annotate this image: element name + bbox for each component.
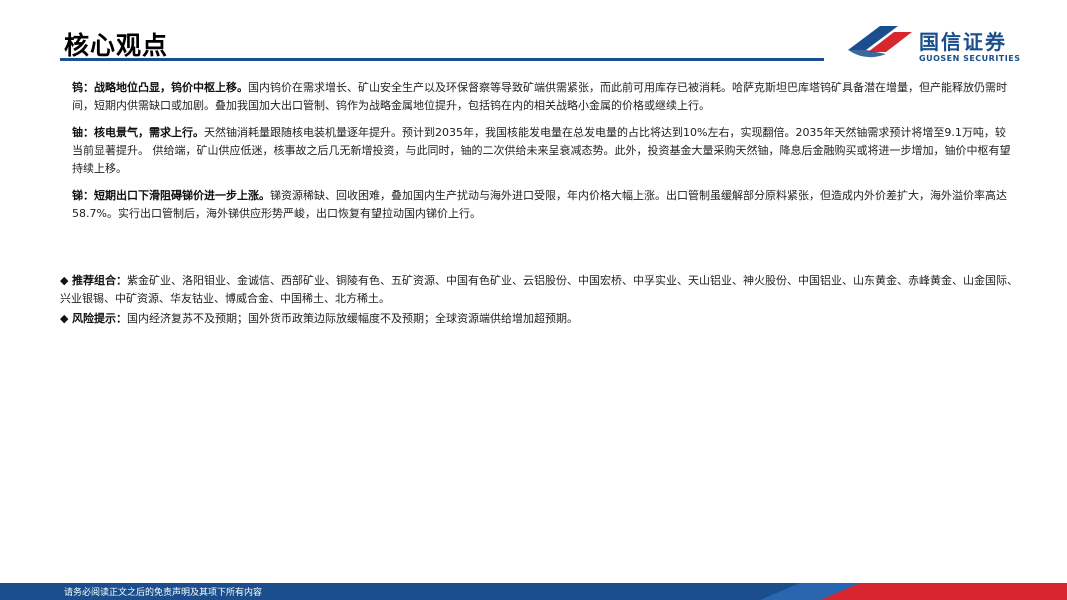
paragraph-heading: 铀：核电景气，需求上行。 bbox=[72, 126, 204, 139]
logo-name-en: GUOSEN SECURITIES bbox=[919, 54, 1021, 63]
paragraph-body: 天然铀消耗量跟随核电装机量逐年提升。预计到2035年，我国核能发电量在总发电量的… bbox=[72, 126, 1011, 175]
page-title: 核心观点 bbox=[64, 31, 169, 60]
company-logo: 国信证券 GUOSEN SECURITIES bbox=[846, 22, 1026, 68]
diamond-bullet-icon: ◆ bbox=[60, 312, 69, 325]
title-divider bbox=[60, 58, 824, 61]
bullet-risk-warning: ◆ 风险提示：国内经济复苏不及预期；国外货币政策边际放缓幅度不及预期；全球资源端… bbox=[60, 310, 1018, 328]
bullet-label: 风险提示： bbox=[71, 312, 127, 325]
paragraph-antimony: 锑：短期出口下滑阻碍锑价进一步上涨。锑资源稀缺、回收困难，叠加国内生产扰动与海外… bbox=[72, 187, 1014, 223]
bullet-label: 推荐组合： bbox=[71, 274, 127, 287]
bullet-body: 紫金矿业、洛阳钼业、金诚信、西部矿业、铜陵有色、五矿资源、中国有色矿业、云铝股份… bbox=[60, 274, 1018, 305]
diamond-bullet-icon: ◆ bbox=[60, 274, 69, 287]
footer-bar: 请务必阅读正文之后的免责声明及其项下所有内容 bbox=[0, 583, 1067, 600]
paragraph-heading: 锑：短期出口下滑阻碍锑价进一步上涨。 bbox=[72, 189, 270, 202]
disclaimer-note: 请务必阅读正文之后的免责声明及其项下所有内容 bbox=[64, 588, 263, 598]
bullet-body: 国内经济复苏不及预期；国外货币政策边际放缓幅度不及预期；全球资源端供给增加超预期… bbox=[126, 312, 578, 325]
paragraph-uranium: 铀：核电景气，需求上行。天然铀消耗量跟随核电装机量逐年提升。预计到2035年，我… bbox=[72, 124, 1014, 178]
bullet-recommended-portfolio: ◆ 推荐组合：紫金矿业、洛阳钼业、金诚信、西部矿业、铜陵有色、五矿资源、中国有色… bbox=[60, 272, 1018, 308]
logo-name-cn: 国信证券 bbox=[919, 30, 1007, 54]
paragraph-heading: 钨：战略地位凸显，钨价中枢上移。 bbox=[72, 81, 248, 94]
summary-bullets: ◆ 推荐组合：紫金矿业、洛阳钼业、金诚信、西部矿业、铜陵有色、五矿资源、中国有色… bbox=[60, 272, 1018, 330]
logo-mark-icon bbox=[848, 26, 912, 58]
key-points: 钨：战略地位凸显，钨价中枢上移。国内钨价在需求增长、矿山安全生产以及环保督察等导… bbox=[72, 79, 1014, 232]
paragraph-tungsten: 钨：战略地位凸显，钨价中枢上移。国内钨价在需求增长、矿山安全生产以及环保督察等导… bbox=[72, 79, 1014, 115]
